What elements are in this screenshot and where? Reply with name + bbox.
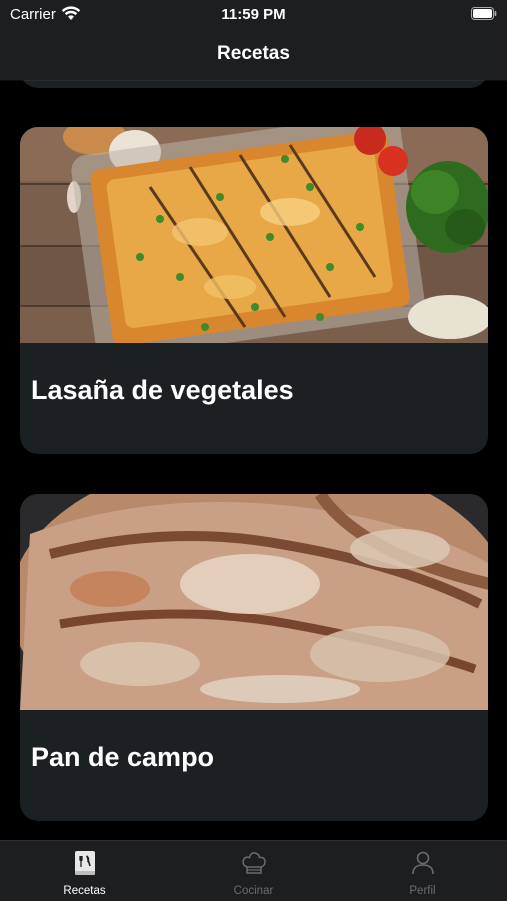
tab-cocinar[interactable]: Cocinar <box>169 841 338 901</box>
tab-label: Perfil <box>409 885 436 897</box>
recipe-card-previous[interactable] <box>20 80 488 88</box>
status-bar: Carrier 11:59 PM <box>0 0 507 30</box>
tab-bar: Recetas Cocinar Perfil <box>0 840 507 901</box>
tab-label: Cocinar <box>233 885 274 897</box>
tab-perfil[interactable]: Perfil <box>338 841 507 901</box>
battery-icon <box>471 7 497 20</box>
vegetable-lasagna-photo <box>20 127 488 343</box>
recipe-card[interactable]: Pan de campo <box>20 494 488 821</box>
country-bread-photo <box>20 494 488 710</box>
navigation-bar: Recetas <box>0 30 507 80</box>
tab-recetas[interactable]: Recetas <box>0 841 169 901</box>
recipe-title: Pan de campo <box>31 742 215 772</box>
chef-hat-icon <box>242 852 266 874</box>
recipe-title: Lasaña de vegetales <box>31 375 294 405</box>
recipe-card[interactable]: Lasaña de vegetales <box>20 127 488 454</box>
person-icon <box>412 851 434 875</box>
status-time: 11:59 PM <box>221 6 286 23</box>
recipe-list[interactable]: Lasaña de vegetales Pan de campo <box>0 80 507 840</box>
tab-label: Recetas <box>63 885 106 897</box>
page-title: Recetas <box>217 43 290 64</box>
recipe-book-icon <box>75 851 95 875</box>
